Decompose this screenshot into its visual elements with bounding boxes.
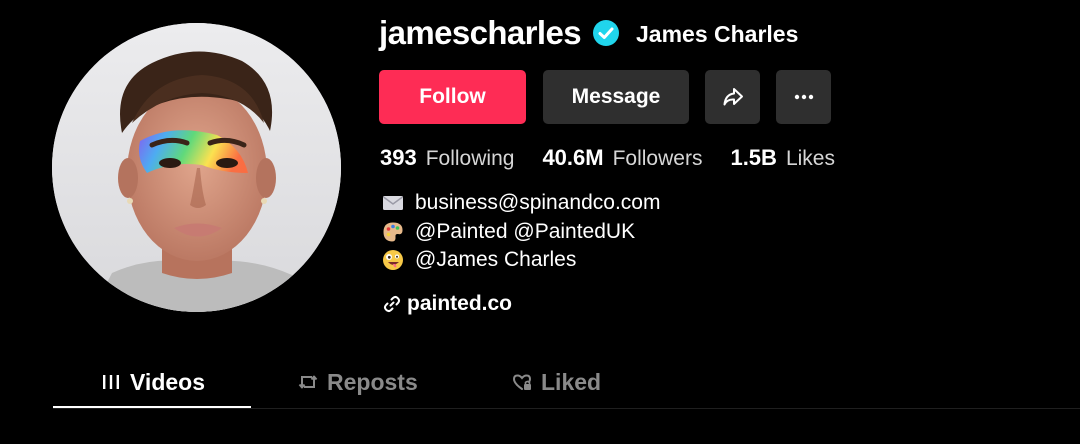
message-button[interactable]: Message — [543, 70, 689, 124]
following-count: 393 — [380, 145, 417, 170]
bio-email-text: business@spinandco.com — [415, 191, 661, 214]
avatar-image — [52, 23, 341, 312]
more-dots-icon — [794, 94, 813, 100]
username: jamescharles — [379, 14, 582, 51]
avatar[interactable] — [52, 23, 341, 312]
repost-icon — [298, 375, 318, 389]
follow-button[interactable]: Follow — [379, 70, 526, 124]
palette-emoji-icon — [383, 222, 403, 242]
share-arrow-icon — [723, 88, 743, 106]
bio-line-handle: @James Charles — [382, 246, 660, 275]
tab-liked[interactable]: Liked — [511, 362, 601, 402]
stat-followers[interactable]: 40.6M Followers — [542, 143, 702, 174]
profile-link-text: painted.co — [407, 292, 513, 315]
likes-label: Likes — [785, 147, 835, 170]
tab-liked-label: Liked — [541, 368, 602, 395]
zany-face-emoji-icon — [383, 250, 403, 271]
tab-videos[interactable]: Videos — [100, 362, 205, 402]
tab-divider — [53, 408, 1080, 409]
tab-reposts-label: Reposts — [327, 368, 418, 395]
profile-link[interactable]: painted.co — [382, 292, 512, 316]
followers-label: Followers — [612, 147, 703, 170]
bio-brands-text: @Painted @PaintedUK — [415, 219, 636, 243]
verified-badge-icon — [593, 20, 619, 46]
tab-videos-label: Videos — [130, 368, 205, 395]
likes-count: 1.5B — [730, 145, 777, 170]
envelope-emoji-icon — [383, 196, 403, 211]
more-button[interactable] — [776, 70, 831, 124]
display-name: James Charles — [636, 21, 799, 47]
link-chain-icon — [383, 295, 401, 313]
grid-icon — [103, 375, 119, 389]
tab-reposts[interactable]: Reposts — [297, 362, 418, 402]
profile-stats: 393 Following 40.6M Followers 1.5B Likes — [380, 143, 835, 174]
stat-likes: 1.5B Likes — [730, 143, 835, 174]
following-label: Following — [425, 147, 515, 170]
bio-line-email: business@spinandco.com — [382, 189, 660, 218]
bio-line-brands: @Painted @PaintedUK — [382, 218, 660, 247]
share-button[interactable] — [705, 70, 760, 124]
bio: business@spinandco.com @Painted @Painted… — [382, 189, 660, 275]
stat-following[interactable]: 393 Following — [380, 143, 514, 174]
heart-lock-icon — [512, 374, 532, 390]
followers-count: 40.6M — [542, 145, 604, 170]
bio-handle-text: @James Charles — [415, 248, 577, 271]
profile-tabs: Videos Reposts Liked — [53, 362, 1080, 410]
